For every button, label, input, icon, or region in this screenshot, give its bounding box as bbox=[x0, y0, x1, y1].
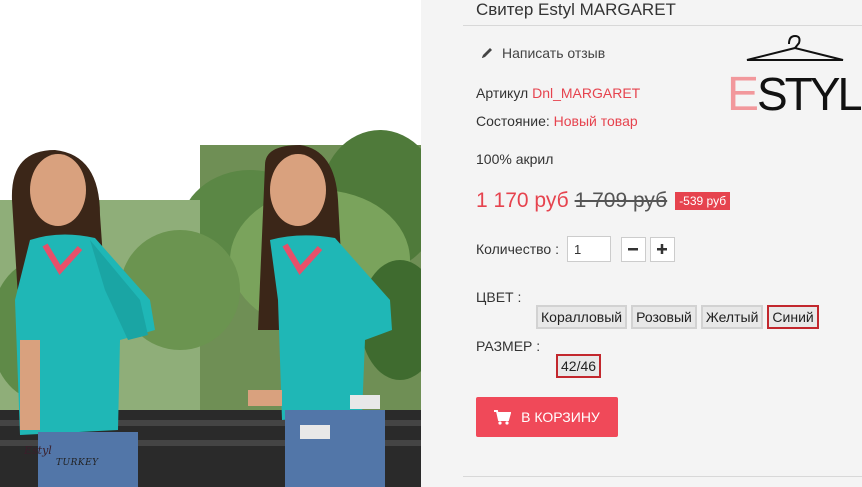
price-row: 1 170 руб 1 709 руб -539 руб bbox=[476, 189, 731, 213]
size-options: 42/46 bbox=[556, 354, 602, 378]
condition-label: Состояние: bbox=[476, 113, 550, 129]
watermark-subtext: TURKEY bbox=[56, 458, 99, 468]
color-option-yellow[interactable]: Желтый bbox=[700, 305, 764, 329]
divider bbox=[463, 476, 862, 477]
composition-text: 100% акрил bbox=[476, 151, 554, 167]
logo-wordmark: STYL bbox=[757, 68, 861, 114]
product-photo[interactable]: Estyl TURKEY bbox=[0, 0, 421, 487]
color-option-pink[interactable]: Розовый bbox=[631, 305, 697, 329]
discount-badge: -539 руб bbox=[675, 192, 731, 210]
minus-icon bbox=[628, 248, 639, 251]
color-option-blue[interactable]: Синий bbox=[767, 305, 819, 329]
logo-letter-e: E bbox=[727, 68, 759, 114]
condition-row: Состояние: Новый товар bbox=[476, 113, 638, 129]
condition-value: Новый товар bbox=[553, 113, 638, 129]
quantity-input[interactable] bbox=[566, 236, 611, 262]
watermark-text: Estyl bbox=[24, 444, 52, 457]
write-review-link[interactable]: Написать отзыв bbox=[480, 45, 605, 61]
color-options: Коралловый Розовый Желтый Синий bbox=[536, 305, 819, 329]
write-review-label: Написать отзыв bbox=[502, 45, 606, 61]
watermark-logo: Estyl TURKEY bbox=[4, 440, 100, 478]
reference-row: Артикул Dnl_MARGARET bbox=[476, 85, 640, 101]
reference-label: Артикул bbox=[476, 85, 529, 101]
cart-icon bbox=[494, 409, 512, 425]
current-price: 1 170 руб bbox=[476, 189, 569, 212]
add-to-cart-label: В КОРЗИНУ bbox=[521, 409, 600, 425]
brand-logo: E STYL bbox=[727, 34, 861, 114]
add-to-cart-button[interactable]: В КОРЗИНУ bbox=[476, 397, 618, 437]
size-label: РАЗМЕР : bbox=[476, 338, 541, 354]
reference-value: Dnl_MARGARET bbox=[532, 85, 641, 101]
old-price: 1 709 руб bbox=[574, 189, 668, 212]
product-title: Свитер Estyl MARGARET bbox=[476, 0, 676, 19]
size-option-42-46[interactable]: 42/46 bbox=[556, 354, 602, 378]
product-info-panel: Свитер Estyl MARGARET Написать отзыв E S… bbox=[421, 0, 862, 487]
product-image bbox=[0, 0, 421, 487]
color-label: ЦВЕТ : bbox=[476, 289, 522, 305]
plus-icon bbox=[657, 244, 668, 254]
quantity-increase-button[interactable] bbox=[649, 236, 675, 262]
color-option-coral[interactable]: Коралловый bbox=[536, 305, 628, 329]
quantity-label: Количество : bbox=[476, 241, 559, 257]
quantity-decrease-button[interactable] bbox=[620, 236, 646, 262]
divider bbox=[463, 25, 862, 26]
quantity-row: Количество : bbox=[476, 236, 675, 262]
pencil-icon bbox=[482, 48, 492, 58]
